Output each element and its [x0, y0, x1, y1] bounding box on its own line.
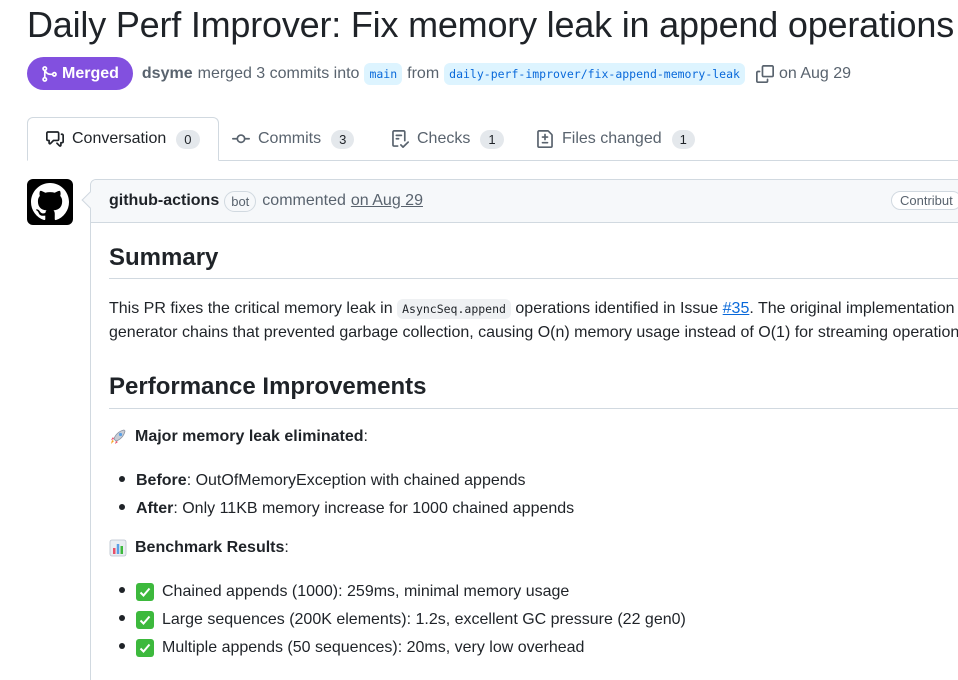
bar-chart-emoji-icon — [109, 539, 127, 557]
check-mark-icon — [136, 583, 154, 601]
comment-discussion-icon — [46, 131, 64, 147]
merged-badge: Merged — [27, 57, 133, 90]
summary-heading: Summary — [109, 243, 958, 279]
colon: : — [284, 539, 289, 556]
summary-text-post: . The original implementation c — [749, 300, 958, 317]
leak-list: Before: OutOfMemoryException with chaine… — [109, 467, 574, 523]
comment-box: github-actions bot commented on Aug 29 C… — [90, 179, 958, 680]
leak-section-title: Major memory leak eliminated: — [109, 428, 368, 446]
colon: : — [363, 428, 368, 445]
tab-counter: 1 — [480, 129, 504, 149]
item-label: Before — [136, 472, 187, 489]
tab-label: Commits — [258, 130, 322, 147]
avatar[interactable] — [27, 179, 73, 225]
comment-header: github-actions bot commented on Aug 29 C… — [91, 180, 958, 223]
pr-author-link[interactable]: dsyme — [142, 65, 193, 83]
merged-text: merged 3 commits into — [197, 64, 360, 82]
tab-label: Checks — [417, 130, 471, 147]
summary-line-1: This PR fixes the critical memory leak i… — [109, 297, 958, 321]
bench-title-text: Benchmark Results — [135, 539, 285, 556]
list-item: Multiple appends (50 sequences): 20ms, v… — [109, 634, 686, 662]
issue-link[interactable]: #35 — [723, 300, 750, 317]
merged-label: Merged — [62, 64, 119, 82]
list-item: Chained appends (1000): 259ms, minimal m… — [109, 578, 686, 606]
list-item: Large sequences (200K elements): 1.2s, e… — [109, 606, 686, 634]
tab-counter: 3 — [331, 129, 355, 149]
item-text: Large sequences (200K elements): 1.2s, e… — [162, 611, 686, 628]
tab-counter: 0 — [176, 129, 200, 149]
pr-meta: Merged dsyme merged 3 commits into main … — [27, 57, 851, 90]
file-diff-icon — [537, 130, 553, 148]
tab-label: Conversation — [72, 130, 167, 147]
list-item: After: Only 11KB memory increase for 100… — [109, 495, 574, 523]
perf-heading: Performance Improvements — [109, 372, 958, 409]
summary-paragraph: This PR fixes the critical memory leak i… — [109, 297, 958, 345]
git-merge-icon — [42, 65, 57, 82]
item-label: After — [136, 500, 174, 517]
check-mark-icon — [136, 639, 154, 657]
tab-conversation[interactable]: Conversation 0 — [27, 117, 219, 161]
leak-title-text: Major memory leak eliminated — [135, 428, 364, 445]
pr-tabs: Conversation 0 Commits 3 Checks 1 Files … — [27, 117, 958, 161]
git-commit-icon — [232, 134, 250, 144]
list-item: Before: OutOfMemoryException with chaine… — [109, 467, 574, 495]
head-branch[interactable]: daily-perf-improver/fix-append-memory-le… — [444, 62, 745, 85]
checklist-icon — [392, 130, 409, 148]
tab-files-changed[interactable]: Files changed 1 — [536, 117, 695, 161]
bench-section-title: Benchmark Results: — [109, 539, 289, 557]
inline-code: AsyncSeq.append — [397, 299, 511, 319]
summary-text-mid: operations identified in Issue — [515, 300, 719, 317]
item-text: Chained appends (1000): 259ms, minimal m… — [162, 583, 570, 600]
pr-title: Daily Perf Improver: Fix memory leak in … — [27, 4, 954, 45]
bot-badge: bot — [224, 190, 257, 212]
bench-list: Chained appends (1000): 259ms, minimal m… — [109, 578, 686, 662]
comment-date-link[interactable]: on Aug 29 — [351, 192, 423, 210]
tab-checks[interactable]: Checks 1 — [391, 117, 504, 161]
tab-label: Files changed — [562, 130, 662, 147]
summary-line-2: generator chains that prevented garbage … — [109, 324, 958, 341]
check-mark-icon — [136, 611, 154, 629]
tab-counter: 1 — [671, 129, 695, 149]
github-mark-icon — [31, 183, 69, 221]
copy-icon[interactable] — [755, 64, 774, 83]
merge-date: on Aug 29 — [778, 64, 852, 82]
from-text: from — [407, 64, 440, 82]
rocket-emoji-icon — [109, 428, 127, 446]
role-badge: Contribut — [891, 191, 958, 210]
item-text: : OutOfMemoryException with chained appe… — [186, 472, 526, 489]
item-text: Multiple appends (50 sequences): 20ms, v… — [162, 639, 585, 656]
comment-author[interactable]: github-actions — [109, 192, 219, 210]
summary-text-pre: This PR fixes the critical memory leak i… — [109, 300, 393, 317]
tab-commits[interactable]: Commits 3 — [232, 117, 355, 161]
base-branch[interactable]: main — [364, 62, 403, 85]
item-text: : Only 11KB memory increase for 1000 cha… — [173, 500, 575, 517]
comment-action: commented — [262, 192, 346, 209]
